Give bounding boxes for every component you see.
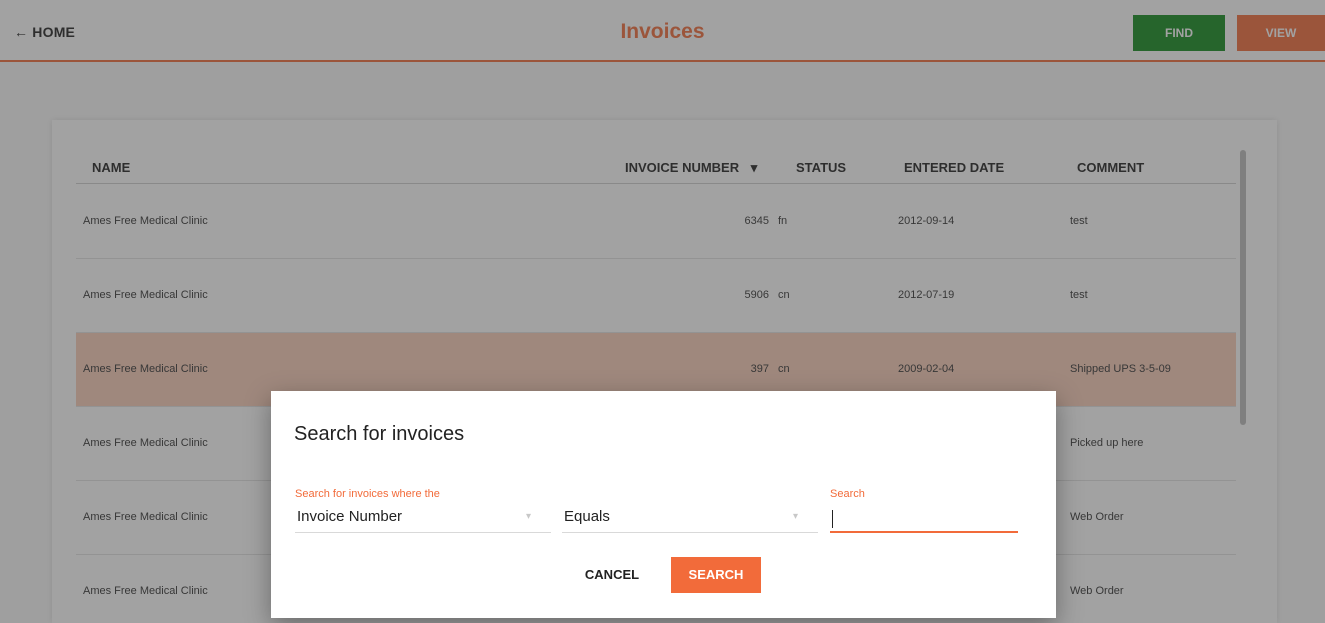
cancel-button[interactable]: CANCEL: [577, 557, 647, 593]
search-input[interactable]: [830, 505, 1018, 533]
dialog-title: Search for invoices: [294, 423, 465, 445]
chevron-down-icon: ▾: [525, 511, 531, 522]
search-input-label: Search: [830, 488, 865, 500]
search-button[interactable]: SEARCH: [671, 557, 761, 593]
operator-select[interactable]: Equals ▾: [562, 505, 818, 533]
field-select[interactable]: Invoice Number ▾: [295, 505, 551, 533]
operator-select-value: Equals: [564, 508, 610, 525]
field-select-label: Search for invoices where the: [295, 488, 440, 500]
chevron-down-icon: ▾: [792, 511, 798, 522]
field-select-value: Invoice Number: [297, 508, 403, 525]
search-dialog: Search for invoices Search for invoices …: [271, 391, 1056, 618]
text-caret: [832, 510, 833, 528]
